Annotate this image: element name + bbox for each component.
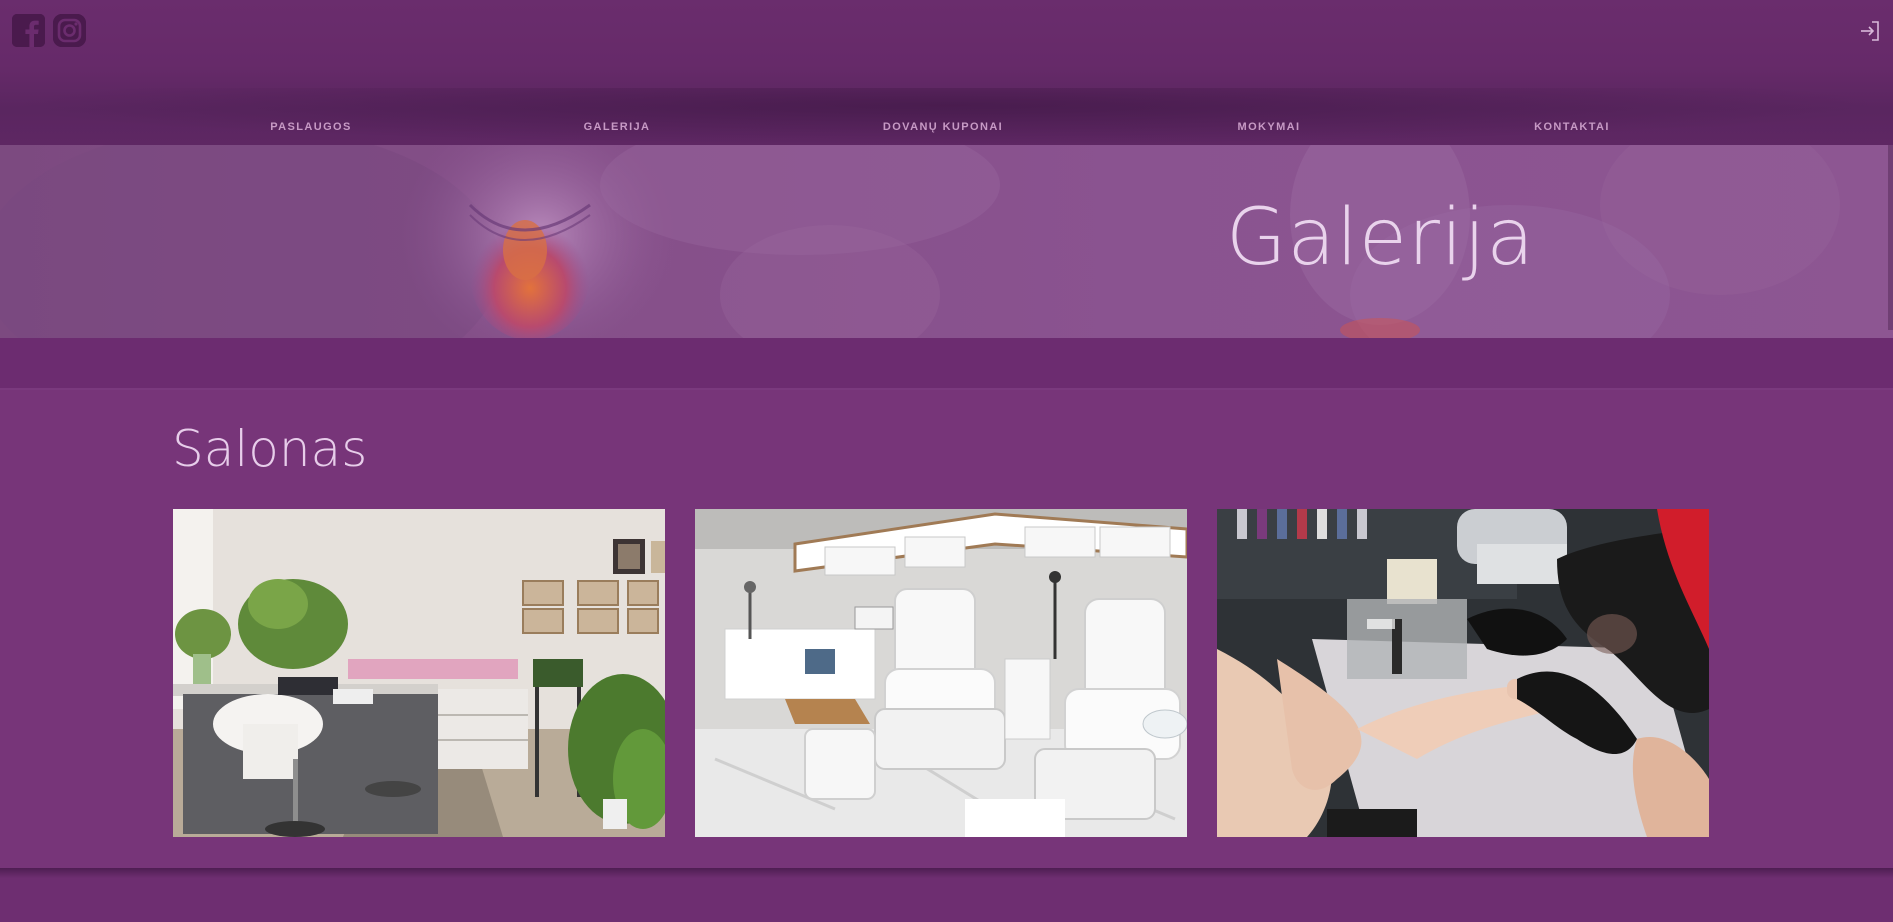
scrollbar[interactable] <box>1888 145 1893 330</box>
nav-item-paslaugos[interactable]: PASLAUGOS <box>270 121 351 133</box>
section-divider <box>0 338 1893 390</box>
instagram-icon <box>53 14 86 47</box>
nav-item-dovanu-kuponai[interactable]: DOVANŲ KUPONAI <box>883 121 1003 133</box>
manicure-procedure-image <box>1217 509 1709 837</box>
login-button[interactable] <box>1857 18 1883 44</box>
facebook-link[interactable] <box>12 14 45 47</box>
pedicure-chairs-image <box>695 509 1187 837</box>
gallery-photo-salon-desk[interactable] <box>173 509 665 837</box>
facebook-icon <box>12 14 45 47</box>
salon-desk-image <box>173 509 665 837</box>
orchid-background-image <box>0 145 1840 338</box>
page-title: Galerija <box>1226 193 1536 283</box>
login-icon <box>1861 21 1879 41</box>
gallery-photo-pedicure-chairs[interactable] <box>695 509 1187 837</box>
nav-item-galerija[interactable]: GALERIJA <box>584 121 651 133</box>
section-title: Salonas <box>172 420 368 478</box>
hero-banner: Galerija <box>0 145 1893 338</box>
instagram-link[interactable] <box>53 14 86 47</box>
gallery-section: Salonas <box>0 390 1893 868</box>
footer-band <box>0 868 1893 922</box>
main-nav: PASLAUGOS GALERIJA DOVANŲ KUPONAI MOKYMA… <box>0 121 1893 141</box>
gallery-photo-manicure-procedure[interactable] <box>1217 509 1709 837</box>
nav-item-mokymai[interactable]: MOKYMAI <box>1238 121 1301 133</box>
nav-item-kontaktai[interactable]: KONTAKTAI <box>1534 121 1610 133</box>
